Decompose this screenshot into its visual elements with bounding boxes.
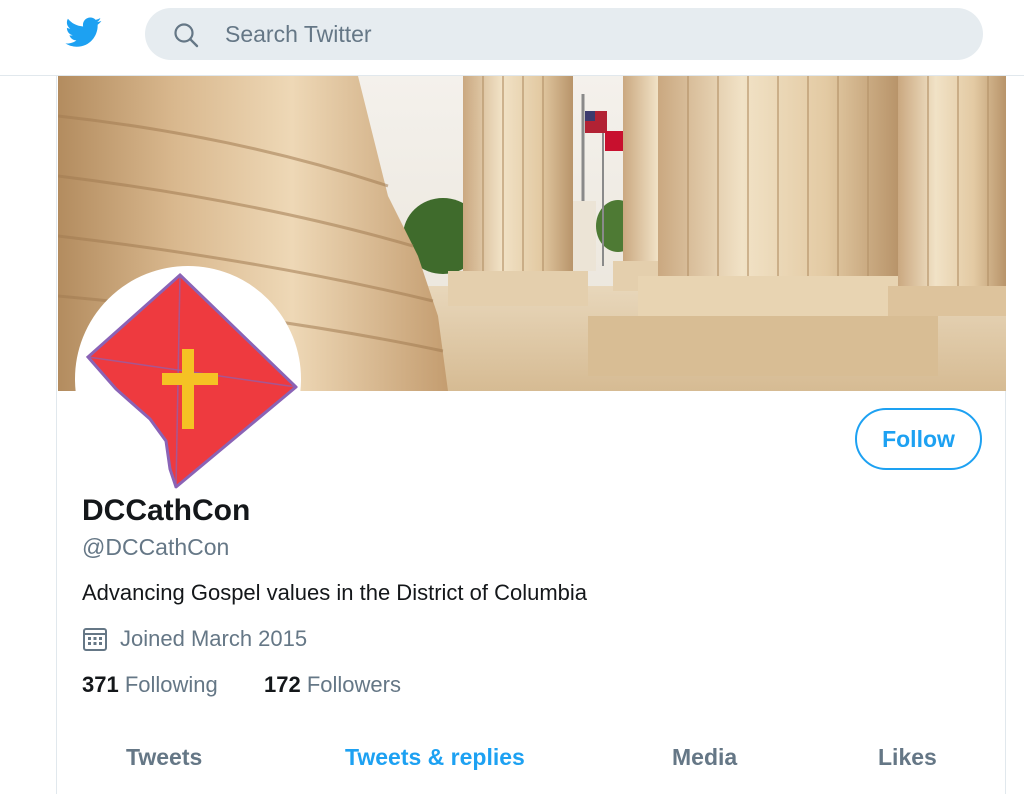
following-count: 371 <box>82 672 119 697</box>
profile-avatar[interactable] <box>75 266 301 492</box>
search-bar[interactable] <box>145 8 983 60</box>
twitter-bird-icon[interactable] <box>63 14 105 50</box>
following-link[interactable]: 371 Following <box>82 672 218 698</box>
profile-display-name: DCCathCon <box>82 494 251 527</box>
search-input[interactable] <box>225 8 945 60</box>
tab-tweets-and-replies[interactable]: Tweets & replies <box>345 744 525 771</box>
tab-likes[interactable]: Likes <box>878 744 937 771</box>
tab-tweets[interactable]: Tweets <box>126 744 202 771</box>
profile-card: Follow DCCathCon @DCCathCon Advancing Go… <box>56 76 1006 794</box>
joined-text: Joined March 2015 <box>120 626 308 651</box>
followers-link[interactable]: 172 Followers <box>264 672 401 698</box>
profile-tabs: Tweets Tweets & replies Media Likes <box>57 744 1005 794</box>
calendar-icon <box>83 628 107 651</box>
followers-label: Followers <box>306 672 401 697</box>
dc-map-cross-logo <box>85 272 298 489</box>
search-icon <box>174 23 199 48</box>
top-navigation-bar <box>0 0 1024 76</box>
profile-handle: @DCCathCon <box>82 534 230 560</box>
tab-media[interactable]: Media <box>672 744 737 771</box>
follow-button[interactable]: Follow <box>855 408 982 470</box>
following-label: Following <box>124 672 218 697</box>
followers-count: 172 <box>264 672 301 697</box>
profile-bio: Advancing Gospel values in the District … <box>82 580 588 605</box>
